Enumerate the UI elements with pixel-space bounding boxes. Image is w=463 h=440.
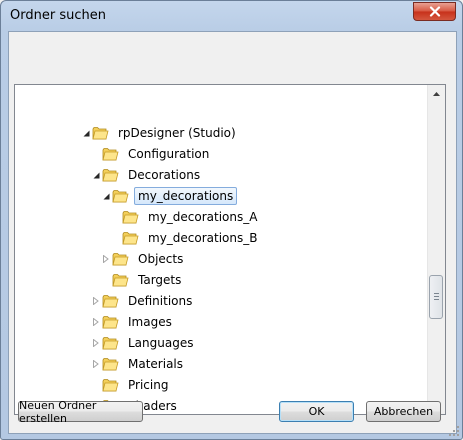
folder-icon — [122, 232, 139, 245]
folder-icon — [112, 253, 129, 266]
tree-node-label: Targets — [138, 273, 182, 287]
collapse-arrow-icon — [103, 193, 109, 199]
tree-node[interactable]: my_decorations — [102, 186, 238, 206]
tree-node-label: Decorations — [128, 168, 201, 182]
expand-toggle[interactable] — [92, 318, 100, 326]
tree-node[interactable]: Targets — [102, 270, 185, 290]
dialog-body: rpDesigner (Studio) Configuration Decorati… — [8, 31, 457, 434]
tree-node-label: my_decorations_B — [148, 231, 258, 245]
expand-arrow-icon — [93, 339, 99, 347]
close-button[interactable] — [413, 2, 456, 21]
tree-node[interactable]: Images — [92, 312, 176, 332]
ok-button[interactable]: OK — [279, 401, 354, 422]
vertical-scrollbar[interactable] — [427, 85, 445, 414]
expand-toggle[interactable] — [92, 171, 100, 179]
tree-node-label: rpDesigner (Studio) — [118, 126, 236, 140]
folder-icon — [112, 190, 129, 203]
tree-node[interactable]: Definitions — [92, 291, 196, 311]
folder-icon — [102, 358, 119, 371]
tree-node[interactable]: rpDesigner (Studio) — [82, 123, 240, 143]
tree-node[interactable]: Materials — [92, 354, 187, 374]
new-folder-button[interactable]: Neuen Ordner erstellen — [18, 399, 143, 425]
resize-grip-icon[interactable] — [448, 425, 460, 437]
expand-arrow-icon — [103, 255, 109, 263]
expand-toggle[interactable] — [92, 339, 100, 347]
expand-toggle[interactable] — [102, 255, 110, 263]
thumb-grip-line — [434, 296, 439, 297]
tree-node[interactable]: my_decorations_A — [112, 207, 261, 227]
folder-icon — [102, 148, 119, 161]
dialog-title: Ordner suchen — [10, 8, 106, 23]
tree-node-label: Materials — [128, 357, 184, 371]
folder-icon — [102, 316, 119, 329]
folder-icon — [102, 169, 119, 182]
tree-node-label: Languages — [128, 336, 194, 350]
folder-icon — [112, 274, 129, 287]
collapse-arrow-icon — [93, 172, 99, 178]
expand-toggle[interactable] — [92, 360, 100, 368]
expand-toggle[interactable] — [82, 129, 90, 137]
folder-dialog: Ordner suchen rpDesigner (Studio) Configu… — [0, 0, 463, 440]
tree-node[interactable]: Languages — [92, 333, 197, 353]
collapse-arrow-icon — [83, 130, 89, 136]
scroll-up-button[interactable] — [428, 85, 445, 102]
tree-node-label: my_decorations — [134, 187, 238, 205]
tree-node-label: Pricing — [128, 378, 169, 392]
tree-node-label: Configuration — [128, 147, 210, 161]
folder-icon — [102, 295, 119, 308]
expand-arrow-icon — [93, 360, 99, 368]
title-bar[interactable]: Ordner suchen — [1, 1, 462, 31]
folder-icon — [122, 211, 139, 224]
tree-node[interactable]: Configuration — [92, 144, 213, 164]
close-icon — [429, 6, 440, 17]
tree-node[interactable]: Objects — [102, 249, 187, 269]
tree-node-label: Definitions — [128, 294, 193, 308]
expand-toggle[interactable] — [102, 192, 110, 200]
tree-node[interactable]: my_decorations_B — [112, 228, 262, 248]
thumb-grip-line — [434, 299, 439, 300]
expand-toggle[interactable] — [92, 297, 100, 305]
folder-icon — [102, 337, 119, 350]
thumb-grip-line — [434, 293, 439, 294]
expand-arrow-icon — [93, 297, 99, 305]
tree-node-label: Images — [128, 315, 172, 329]
expand-arrow-icon — [93, 318, 99, 326]
arrow-up-icon — [433, 91, 440, 96]
tree-node[interactable]: Decorations — [92, 165, 204, 185]
tree-node-label: Objects — [138, 252, 184, 266]
tree-node-label: my_decorations_A — [148, 210, 258, 224]
folder-tree[interactable]: rpDesigner (Studio) Configuration Decorati… — [14, 84, 446, 415]
tree-node[interactable]: Pricing — [92, 375, 172, 395]
cancel-button[interactable]: Abbrechen — [366, 401, 441, 422]
scroll-thumb[interactable] — [429, 275, 443, 319]
folder-icon — [102, 379, 119, 392]
folder-icon — [92, 127, 109, 140]
